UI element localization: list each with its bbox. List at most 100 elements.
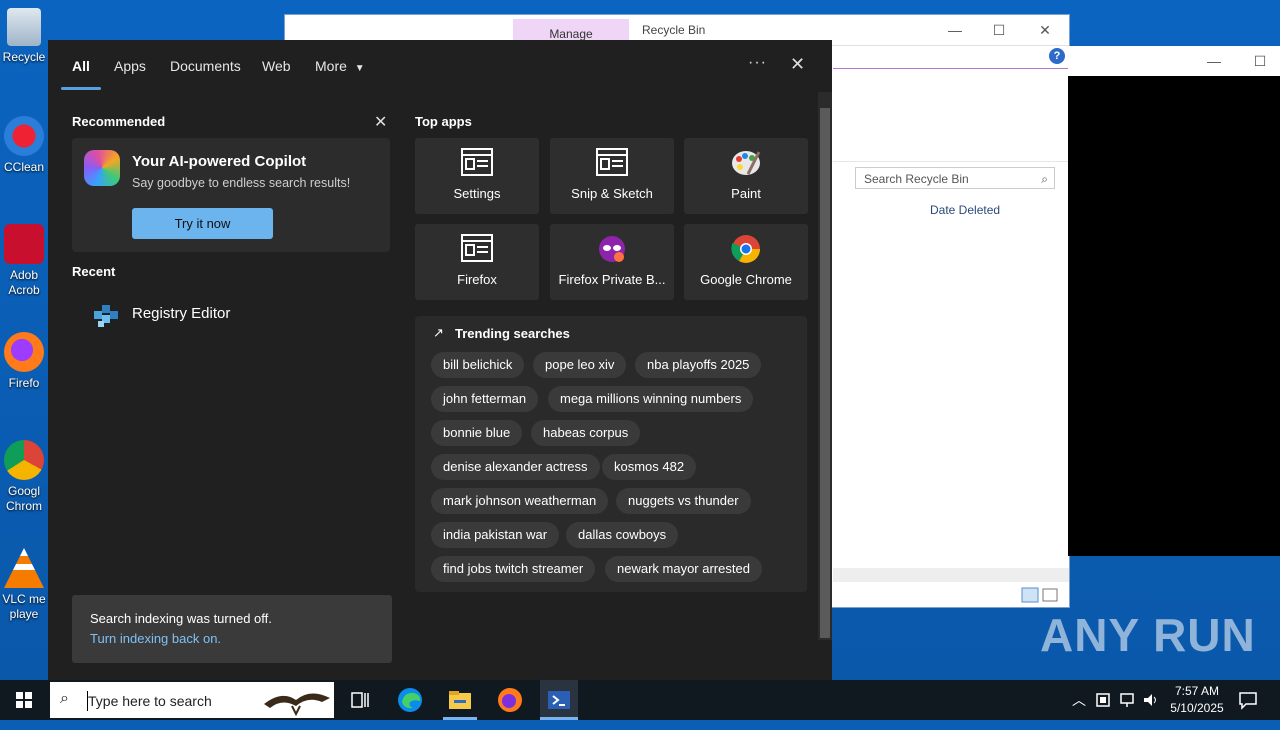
system-clock[interactable]: 7:57 AM 5/10/2025 — [1162, 683, 1232, 717]
top-app-snip-sketch[interactable]: Snip & Sketch — [550, 138, 674, 214]
taskbar-search-placeholder: Type here to search — [88, 693, 212, 709]
anyrun-watermark: ANY RUN — [1040, 609, 1256, 661]
taskbar-search-box[interactable]: ⌕ Type here to search — [50, 682, 334, 718]
trending-chip[interactable]: kosmos 482 — [602, 454, 697, 480]
top-app-google-chrome[interactable]: Google Chrome — [684, 224, 808, 300]
ribbon-divider — [833, 68, 1069, 69]
search-icon: ⌕ — [1041, 172, 1048, 186]
trending-chip[interactable]: bill belichick — [431, 352, 525, 378]
trending-chip[interactable]: india pakistan war — [431, 522, 560, 548]
trending-chip[interactable]: denise alexander actress — [431, 454, 600, 480]
dismiss-recommended-icon[interactable]: ✕ — [374, 112, 387, 132]
desktop-icon-chrome[interactable]: Googl Chrom — [0, 440, 48, 514]
copilot-promo-card[interactable]: Your AI-powered Copilot Say goodbye to e… — [72, 138, 390, 252]
firefox-taskbar-icon[interactable] — [496, 686, 524, 714]
desktop-icon-vlc[interactable]: VLC me playe — [0, 548, 48, 622]
active-tab-indicator — [61, 87, 101, 90]
search-icon: ⌕ — [60, 690, 69, 707]
chrome-icon — [4, 440, 44, 480]
more-options-icon[interactable]: ··· — [748, 54, 767, 72]
help-icon[interactable]: ? — [1049, 48, 1065, 64]
top-app-firefox[interactable]: Firefox — [415, 224, 539, 300]
window-title: Recycle Bin — [642, 23, 706, 37]
app-label: Settings — [453, 186, 501, 201]
desktop-icon-label: Firefo — [8, 376, 40, 390]
tab-web[interactable]: Web — [262, 58, 291, 74]
scrollbar-thumb[interactable] — [820, 108, 830, 638]
copilot-icon — [84, 150, 120, 186]
background-window[interactable]: — ☐ — [1068, 46, 1280, 556]
tab-documents[interactable]: Documents — [170, 58, 241, 74]
details-view-icon[interactable] — [1021, 586, 1061, 604]
column-header-date-deleted[interactable]: Date Deleted — [930, 203, 1000, 217]
search-panel-scrollbar[interactable] — [818, 92, 832, 640]
clock-time: 7:57 AM — [1174, 684, 1220, 698]
desktop-icon-recycle-bin[interactable]: Recycle — [0, 8, 48, 65]
recycle-bin-icon — [7, 8, 41, 46]
desktop-icon-acrobat[interactable]: Adob Acrob — [0, 224, 48, 298]
paint-icon — [732, 151, 761, 175]
start-button[interactable] — [0, 680, 48, 720]
maximize-button[interactable]: ☐ — [989, 21, 1009, 39]
turn-indexing-on-link[interactable]: Turn indexing back on. — [90, 631, 221, 646]
address-divider — [833, 161, 1069, 162]
app-label: Firefox Private B... — [558, 272, 666, 287]
snip-sketch-icon — [596, 148, 628, 176]
device-icon[interactable] — [1094, 691, 1112, 709]
trending-chip[interactable]: newark mayor arrested — [605, 556, 762, 582]
explorer-search-placeholder: Search Recycle Bin — [864, 172, 969, 186]
chrome-app-icon — [731, 235, 760, 263]
trending-chip[interactable]: nba playoffs 2025 — [635, 352, 762, 378]
volume-icon[interactable] — [1142, 691, 1160, 709]
file-explorer-icon[interactable] — [446, 686, 474, 714]
close-icon[interactable]: ✕ — [790, 54, 805, 75]
indexing-notice: Search indexing was turned off. Turn ind… — [72, 595, 392, 663]
ccleaner-icon — [4, 116, 44, 156]
minimize-button[interactable]: — — [1204, 52, 1224, 70]
clock-date: 5/10/2025 — [1170, 701, 1224, 715]
close-button[interactable]: ✕ — [1035, 21, 1055, 39]
chevron-up-icon[interactable]: ︿ — [1072, 690, 1086, 730]
desktop-icon-firefox[interactable]: Firefo — [0, 332, 48, 391]
tab-apps[interactable]: Apps — [114, 58, 146, 74]
trending-chip[interactable]: bonnie blue — [431, 420, 523, 446]
top-app-firefox-private[interactable]: Firefox Private B... — [550, 224, 674, 300]
trending-chip[interactable]: mega millions winning numbers — [548, 386, 754, 412]
acrobat-icon — [4, 224, 44, 264]
explorer-search-input[interactable]: Search Recycle Bin ⌕ — [855, 167, 1055, 189]
trending-chip[interactable]: mark johnson weatherman — [431, 488, 609, 514]
background-window-titlebar[interactable]: — ☐ — [1068, 46, 1280, 76]
top-app-settings[interactable]: Settings — [415, 138, 539, 214]
notification-icon[interactable] — [1238, 690, 1258, 710]
minimize-button[interactable]: — — [945, 21, 965, 39]
trending-chip[interactable]: habeas corpus — [531, 420, 641, 446]
firefox-private-icon — [599, 236, 625, 262]
windows-search-panel[interactable]: All Apps Documents Web More ▼ ··· ✕ Reco… — [48, 40, 832, 680]
trending-chip[interactable]: pope leo xiv — [533, 352, 627, 378]
desktop-icon-label: CClean — [3, 160, 45, 174]
trending-chip[interactable]: dallas cowboys — [566, 522, 679, 548]
horizontal-scrollbar[interactable] — [833, 568, 1069, 582]
taskbar: ⌕ Type here to search ︿ 7:57 AM 5/10/202… — [0, 680, 1280, 720]
recent-heading: Recent — [72, 264, 116, 279]
try-it-now-button[interactable]: Try it now — [132, 208, 273, 239]
maximize-button[interactable]: ☐ — [1250, 52, 1270, 70]
indexing-notice-text: Search indexing was turned off. — [90, 611, 272, 626]
view-buttons[interactable] — [1021, 586, 1061, 604]
edge-icon[interactable] — [396, 686, 424, 714]
recent-item-registry-editor[interactable]: Registry Editor — [84, 295, 384, 335]
firefox-app-icon — [461, 234, 493, 262]
task-view-icon[interactable] — [346, 686, 374, 714]
tab-more-label: More — [315, 58, 347, 74]
powershell-icon[interactable] — [545, 686, 573, 714]
trending-chip[interactable]: john fetterman — [431, 386, 539, 412]
tab-more[interactable]: More ▼ — [315, 58, 365, 74]
trending-icon: ↗ — [433, 325, 444, 340]
desktop-icon-ccleaner[interactable]: CClean — [0, 116, 48, 175]
network-icon[interactable] — [1118, 691, 1136, 709]
trending-chip[interactable]: find jobs twitch streamer — [431, 556, 596, 582]
trending-chip[interactable]: nuggets vs thunder — [616, 488, 751, 514]
top-app-paint[interactable]: Paint — [684, 138, 808, 214]
copilot-card-subtitle: Say goodbye to endless search results! — [132, 176, 351, 190]
tab-all[interactable]: All — [72, 58, 90, 74]
